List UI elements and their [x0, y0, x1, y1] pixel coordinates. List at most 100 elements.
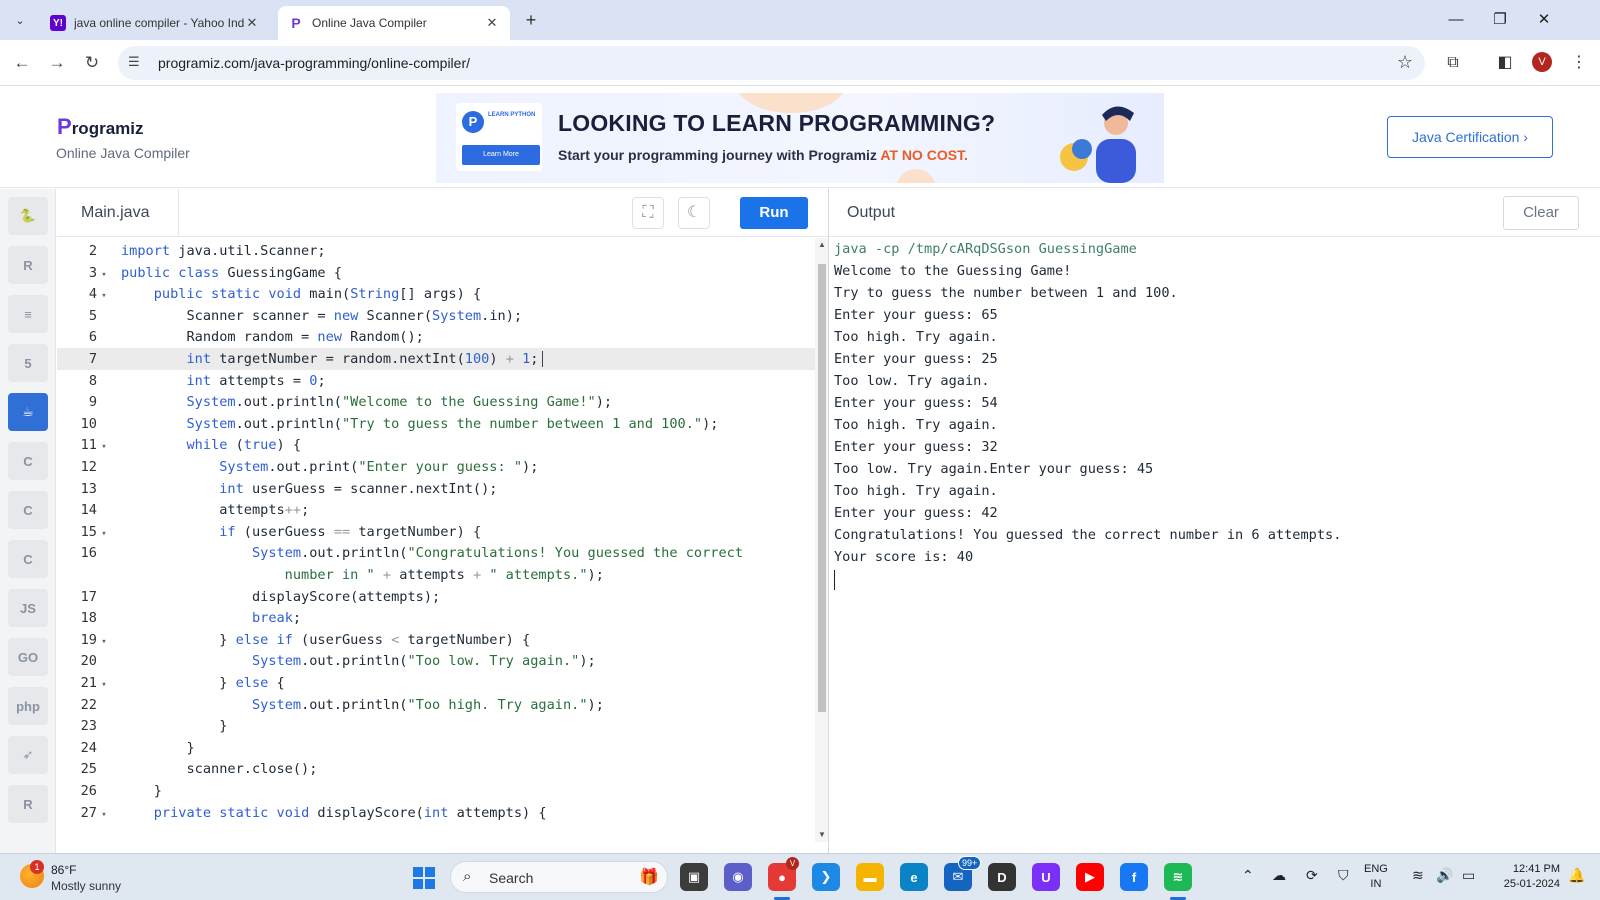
language-java-icon[interactable]: ☕: [8, 393, 48, 431]
volume-icon[interactable]: 🔊: [1436, 867, 1453, 884]
code-line[interactable]: 18 break;: [57, 607, 815, 629]
chrome-menu-icon[interactable]: ⋮: [1568, 52, 1590, 74]
editor-scrollbar[interactable]: ▲ ▼: [815, 238, 828, 842]
code-line[interactable]: 8 int attempts = 0;: [57, 370, 815, 392]
language-r-icon[interactable]: R: [8, 246, 48, 284]
taskbar-search-box[interactable]: ⌕ Search 🎁: [450, 861, 668, 893]
battery-icon[interactable]: ▭: [1462, 867, 1475, 884]
code-line[interactable]: 24 }: [57, 737, 815, 759]
show-hidden-icons-icon[interactable]: ⌃: [1242, 867, 1254, 884]
close-tab-icon[interactable]: ✕: [484, 15, 500, 31]
code-line[interactable]: 22 System.out.println("Too high. Try aga…: [57, 694, 815, 716]
taskbar-youtube-icon[interactable]: ▶: [1076, 863, 1104, 891]
language-csharp-icon[interactable]: C: [8, 540, 48, 578]
scrollbar-thumb[interactable]: [818, 264, 826, 712]
code-line[interactable]: 19 ▾ } else if (userGuess < targetNumber)…: [57, 629, 815, 651]
language-c-icon[interactable]: C: [8, 442, 48, 480]
maximize-button[interactable]: ❐: [1480, 8, 1520, 32]
language-swift-icon[interactable]: ➶: [8, 736, 48, 774]
code-line[interactable]: 7 int targetNumber = random.nextInt(100)…: [57, 348, 815, 370]
code-line[interactable]: 9 System.out.println("Welcome to the Gue…: [57, 391, 815, 413]
side-panel-icon[interactable]: ◧: [1494, 52, 1516, 74]
language-sql-icon[interactable]: ≡: [8, 295, 48, 333]
language-rust-icon[interactable]: R: [8, 785, 48, 823]
address-bar[interactable]: ☰ programiz.com/java-programming/online-…: [118, 46, 1425, 80]
fullscreen-icon[interactable]: ⛶: [632, 197, 664, 229]
taskbar-vscode-icon[interactable]: ❯: [812, 863, 840, 891]
code-line[interactable]: 4 ▾ public static void main(String[] args…: [57, 283, 815, 305]
input-language-indicator[interactable]: ENG IN: [1364, 862, 1388, 892]
programiz-logo[interactable]: Programiz: [57, 114, 143, 140]
taskbar-edge-icon[interactable]: e: [900, 863, 928, 891]
code-line[interactable]: 12 System.out.print("Enter your guess: "…: [57, 456, 815, 478]
url-text[interactable]: programiz.com/java-programming/online-co…: [158, 55, 470, 71]
output-console[interactable]: java -cp /tmp/cARqDSGson GuessingGame We…: [829, 238, 1600, 842]
notifications-bell-icon[interactable]: 🔔: [1568, 867, 1585, 884]
taskbar-teams-icon[interactable]: ◉: [724, 863, 752, 891]
code-line[interactable]: 16 System.out.println("Congratulations! …: [57, 542, 815, 564]
weather-temperature[interactable]: 86°F: [51, 863, 76, 877]
taskbar-file-explorer-icon[interactable]: ▬: [856, 863, 884, 891]
clear-button[interactable]: Clear: [1503, 196, 1579, 230]
forward-button[interactable]: →: [45, 51, 69, 75]
tab-online-java-compiler[interactable]: P Online Java Compiler ✕: [278, 6, 510, 40]
code-line[interactable]: 2 import java.util.Scanner;: [57, 240, 815, 262]
sync-icon[interactable]: ⟳: [1306, 867, 1318, 884]
scroll-up-icon[interactable]: ▲: [817, 240, 827, 249]
taskbar-spotify-icon[interactable]: ≋: [1164, 863, 1192, 891]
code-line[interactable]: 3 ▾ public class GuessingGame {: [57, 262, 815, 284]
code-line[interactable]: 21 ▾ } else {: [57, 672, 815, 694]
code-line[interactable]: number in " + attempts + " attempts.");: [57, 564, 815, 586]
taskbar-task-view-icon[interactable]: ▣: [680, 863, 708, 891]
language-php-icon[interactable]: php: [8, 687, 48, 725]
extensions-icon[interactable]: ⧉: [1442, 52, 1464, 74]
code-line[interactable]: 27 ▾ private static void displayScore(int…: [57, 802, 815, 824]
language-go-icon[interactable]: GO: [8, 638, 48, 676]
taskbar-facebook-icon[interactable]: f: [1120, 863, 1148, 891]
fold-arrow-icon[interactable]: ▾: [97, 804, 111, 826]
code-line[interactable]: 20 System.out.println("Too low. Try agai…: [57, 650, 815, 672]
scroll-down-icon[interactable]: ▼: [817, 830, 827, 839]
system-clock[interactable]: 12:41 PM 25-01-2024: [1488, 862, 1560, 892]
code-line[interactable]: 10 System.out.println("Try to guess the …: [57, 413, 815, 435]
code-line[interactable]: 14 attempts++;: [57, 499, 815, 521]
ad-learn-more-button[interactable]: Learn More: [462, 145, 540, 165]
language-js-icon[interactable]: JS: [8, 589, 48, 627]
bookmark-star-icon[interactable]: ☆: [1397, 52, 1413, 73]
code-editor[interactable]: 2 import java.util.Scanner; 3 ▾ public class…: [57, 238, 815, 842]
reload-button[interactable]: ↻: [80, 51, 104, 75]
security-shield-icon[interactable]: ⛉: [1338, 867, 1349, 884]
minimize-button[interactable]: —: [1436, 8, 1476, 32]
file-tab-main-java[interactable]: Main.java: [57, 189, 179, 237]
weather-description[interactable]: Mostly sunny: [51, 879, 121, 893]
back-button[interactable]: ←: [10, 51, 34, 75]
code-line[interactable]: 6 Random random = new Random();: [57, 326, 815, 348]
language-cpp-icon[interactable]: C: [8, 491, 48, 529]
close-window-button[interactable]: ✕: [1524, 8, 1564, 32]
code-line[interactable]: 5 Scanner scanner = new Scanner(System.i…: [57, 305, 815, 327]
run-button[interactable]: Run: [740, 197, 808, 229]
code-line[interactable]: 23 }: [57, 715, 815, 737]
code-line[interactable]: 25 scanner.close();: [57, 758, 815, 780]
close-tab-icon[interactable]: ✕: [244, 15, 260, 31]
tab-search-dropdown-icon[interactable]: ⌄: [8, 8, 32, 32]
java-certification-button[interactable]: Java Certification ›: [1387, 116, 1553, 158]
taskbar-dell-icon[interactable]: D: [988, 863, 1016, 891]
wifi-icon[interactable]: ≋: [1412, 867, 1424, 884]
code-line[interactable]: 13 int userGuess = scanner.nextInt();: [57, 478, 815, 500]
language-html-icon[interactable]: 5: [8, 344, 48, 382]
profile-avatar[interactable]: V: [1532, 52, 1552, 72]
site-info-icon[interactable]: ☰: [128, 54, 140, 70]
dark-mode-icon[interactable]: ☾: [678, 197, 710, 229]
taskbar-u-app-icon[interactable]: U: [1032, 863, 1060, 891]
advertisement-banner[interactable]: P LEARN PYTHON Learn More LOOKING TO LEA…: [436, 93, 1164, 183]
tab-yahoo-search[interactable]: Y! java online compiler - Yahoo Ind ✕: [40, 6, 270, 40]
code-line[interactable]: 26 }: [57, 780, 815, 802]
new-tab-button[interactable]: +: [520, 9, 542, 31]
code-line[interactable]: 15 ▾ if (userGuess == targetNumber) {: [57, 521, 815, 543]
code-line[interactable]: 17 displayScore(attempts);: [57, 586, 815, 608]
language-python-icon[interactable]: 🐍: [8, 197, 48, 235]
onedrive-cloud-icon[interactable]: ☁: [1272, 867, 1286, 884]
windows-start-icon[interactable]: [413, 867, 435, 889]
code-line[interactable]: 11 ▾ while (true) {: [57, 434, 815, 456]
